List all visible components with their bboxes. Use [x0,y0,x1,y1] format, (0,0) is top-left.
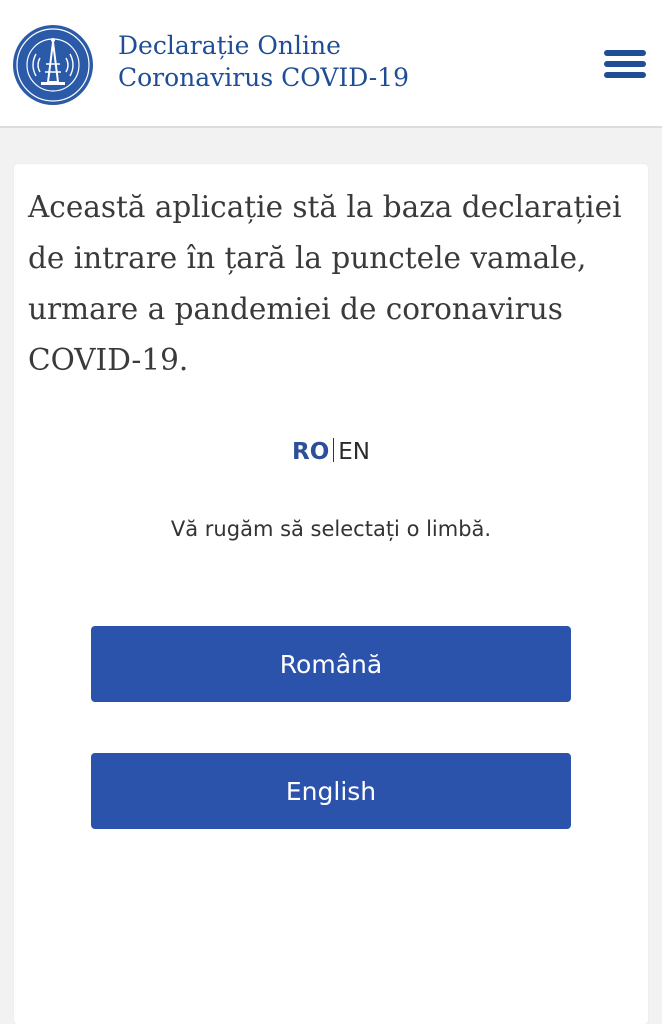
intro-text: Această aplicație stă la baza declarație… [28,190,622,377]
language-switch: RO EN [14,436,648,468]
content-card: Această aplicație stă la baza declarație… [14,164,648,1024]
hamburger-menu-icon[interactable] [598,44,648,84]
english-language-button[interactable]: English [91,753,571,829]
app-title: Declarație Online Coronavirus COVID-19 [118,30,409,94]
language-link-ro[interactable]: RO [292,439,329,465]
app-header: Declarație Online Coronavirus COVID-19 [0,0,662,128]
select-language-prompt: Vă rugăm să selectați o limbă. [170,517,492,541]
app-title-line-1: Declarație Online [118,31,341,60]
government-seal-logo [13,25,93,105]
romanian-language-button[interactable]: Română [91,626,571,702]
language-separator [333,438,335,462]
language-link-en[interactable]: EN [338,439,370,465]
app-title-line-2: Coronavirus COVID-19 [118,63,410,92]
